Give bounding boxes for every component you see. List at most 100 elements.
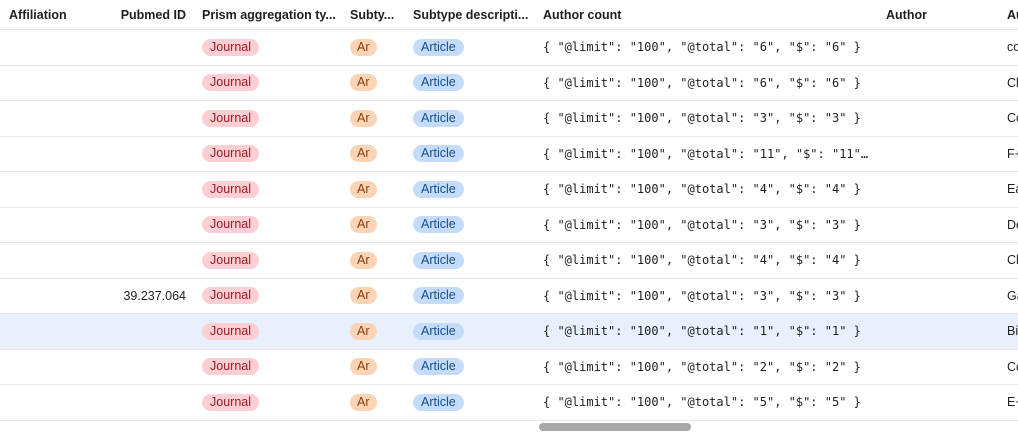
table-row[interactable]: Journal Ar Article { "@limit": "100", "@tot… bbox=[0, 30, 1018, 66]
pubmed-id-cell[interactable] bbox=[110, 350, 190, 385]
author-count-cell[interactable]: { "@limit": "100", "@total": "4", "$": "… bbox=[543, 172, 873, 207]
author-cell[interactable] bbox=[876, 101, 996, 136]
subtype-description-cell[interactable]: Article bbox=[413, 172, 533, 207]
table-row[interactable]: Journal Ar Article { "@limit": "100", "@tot… bbox=[0, 66, 1018, 101]
pubmed-id-cell[interactable] bbox=[110, 30, 190, 65]
pubmed-id-cell[interactable]: 39.237.064 bbox=[110, 279, 190, 314]
prism-aggregation-cell[interactable]: Journal bbox=[202, 137, 338, 172]
subtype-description-cell[interactable]: Article bbox=[413, 350, 533, 385]
pubmed-id-cell[interactable] bbox=[110, 172, 190, 207]
author-cell[interactable] bbox=[876, 385, 996, 420]
prism-aggregation-cell[interactable]: Journal bbox=[202, 208, 338, 243]
author-overflow-cell[interactable]: Ga bbox=[1007, 279, 1018, 314]
prism-aggregation-cell[interactable]: Journal bbox=[202, 243, 338, 278]
affiliation-cell[interactable] bbox=[9, 243, 109, 278]
author-overflow-cell[interactable]: Co bbox=[1007, 101, 1018, 136]
prism-aggregation-cell[interactable]: Journal bbox=[202, 385, 338, 420]
author-count-cell[interactable]: { "@limit": "100", "@total": "3", "$": "… bbox=[543, 101, 873, 136]
affiliation-cell[interactable] bbox=[9, 137, 109, 172]
pubmed-id-cell[interactable] bbox=[110, 66, 190, 101]
author-cell[interactable] bbox=[876, 66, 996, 101]
subtype-cell[interactable]: Ar bbox=[350, 385, 400, 420]
table-row[interactable]: Journal Ar Article { "@limit": "100", "@tot… bbox=[0, 314, 1018, 350]
prism-aggregation-cell[interactable]: Journal bbox=[202, 101, 338, 136]
prism-aggregation-cell[interactable]: Journal bbox=[202, 172, 338, 207]
author-cell[interactable] bbox=[876, 30, 996, 65]
author-cell[interactable] bbox=[876, 137, 996, 172]
table-row[interactable]: Journal Ar Article { "@limit": "100", "@tot… bbox=[0, 350, 1018, 385]
subtype-cell[interactable]: Ar bbox=[350, 172, 400, 207]
subtype-description-cell[interactable]: Article bbox=[413, 137, 533, 172]
affiliation-cell[interactable] bbox=[9, 66, 109, 101]
author-count-cell[interactable]: { "@limit": "100", "@total": "3", "$": "… bbox=[543, 279, 873, 314]
subtype-cell[interactable]: Ar bbox=[350, 243, 400, 278]
pubmed-id-cell[interactable] bbox=[110, 101, 190, 136]
author-overflow-cell[interactable]: Ch bbox=[1007, 243, 1018, 278]
column-header-author-overflow[interactable]: Au bbox=[1007, 0, 1018, 29]
column-header-subtype-description[interactable]: Subtype descripti... bbox=[413, 0, 533, 29]
author-cell[interactable] bbox=[876, 172, 996, 207]
column-header-affiliation[interactable]: Affiliation bbox=[9, 0, 109, 29]
author-overflow-cell[interactable]: E+ bbox=[1007, 385, 1018, 420]
author-count-cell[interactable]: { "@limit": "100", "@total": "5", "$": "… bbox=[543, 385, 873, 420]
prism-aggregation-cell[interactable]: Journal bbox=[202, 30, 338, 65]
table-row[interactable]: Journal Ar Article { "@limit": "100", "@tot… bbox=[0, 137, 1018, 172]
affiliation-cell[interactable] bbox=[9, 172, 109, 207]
subtype-description-cell[interactable]: Article bbox=[413, 314, 533, 349]
subtype-description-cell[interactable]: Article bbox=[413, 66, 533, 101]
pubmed-id-cell[interactable] bbox=[110, 137, 190, 172]
author-cell[interactable] bbox=[876, 243, 996, 278]
column-header-author-count[interactable]: Author count bbox=[543, 0, 873, 29]
author-overflow-cell[interactable]: Bi bbox=[1007, 314, 1018, 349]
table-row[interactable]: Journal Ar Article { "@limit": "100", "@tot… bbox=[0, 208, 1018, 243]
prism-aggregation-cell[interactable]: Journal bbox=[202, 314, 338, 349]
subtype-cell[interactable]: Ar bbox=[350, 66, 400, 101]
subtype-description-cell[interactable]: Article bbox=[413, 30, 533, 65]
author-count-cell[interactable]: { "@limit": "100", "@total": "11", "$": … bbox=[543, 137, 873, 172]
pubmed-id-cell[interactable] bbox=[110, 385, 190, 420]
table-row[interactable]: Journal Ar Article { "@limit": "100", "@tot… bbox=[0, 385, 1018, 421]
author-overflow-cell[interactable]: F+ bbox=[1007, 137, 1018, 172]
pubmed-id-cell[interactable] bbox=[110, 243, 190, 278]
author-overflow-cell[interactable]: Cl bbox=[1007, 66, 1018, 101]
table-row[interactable]: Journal Ar Article { "@limit": "100", "@tot… bbox=[0, 101, 1018, 137]
subtype-description-cell[interactable]: Article bbox=[413, 385, 533, 420]
column-header-author[interactable]: Author bbox=[876, 0, 996, 29]
author-count-cell[interactable]: { "@limit": "100", "@total": "1", "$": "… bbox=[543, 314, 873, 349]
column-header-subtype[interactable]: Subty... bbox=[350, 0, 400, 29]
pubmed-id-cell[interactable] bbox=[110, 314, 190, 349]
table-row[interactable]: 39.237.064 Journal Ar Article { "@limit": "1… bbox=[0, 279, 1018, 314]
author-overflow-cell[interactable]: Ea bbox=[1007, 172, 1018, 207]
affiliation-cell[interactable] bbox=[9, 208, 109, 243]
author-count-cell[interactable]: { "@limit": "100", "@total": "6", "$": "… bbox=[543, 30, 873, 65]
author-count-cell[interactable]: { "@limit": "100", "@total": "6", "$": "… bbox=[543, 66, 873, 101]
subtype-cell[interactable]: Ar bbox=[350, 101, 400, 136]
prism-aggregation-cell[interactable]: Journal bbox=[202, 279, 338, 314]
subtype-cell[interactable]: Ar bbox=[350, 314, 400, 349]
affiliation-cell[interactable] bbox=[9, 30, 109, 65]
author-overflow-cell[interactable]: co bbox=[1007, 30, 1018, 65]
author-count-cell[interactable]: { "@limit": "100", "@total": "3", "$": "… bbox=[543, 208, 873, 243]
table-row[interactable]: Journal Ar Article { "@limit": "100", "@tot… bbox=[0, 243, 1018, 279]
subtype-cell[interactable]: Ar bbox=[350, 30, 400, 65]
column-header-prism-aggregation[interactable]: Prism aggregation ty... bbox=[202, 0, 338, 29]
subtype-description-cell[interactable]: Article bbox=[413, 243, 533, 278]
prism-aggregation-cell[interactable]: Journal bbox=[202, 66, 338, 101]
column-header-pubmed-id[interactable]: Pubmed ID bbox=[110, 0, 190, 29]
subtype-cell[interactable]: Ar bbox=[350, 279, 400, 314]
table-row[interactable]: Journal Ar Article { "@limit": "100", "@tot… bbox=[0, 172, 1018, 208]
subtype-cell[interactable]: Ar bbox=[350, 208, 400, 243]
author-overflow-cell[interactable]: Co bbox=[1007, 350, 1018, 385]
horizontal-scrollbar[interactable] bbox=[539, 423, 691, 431]
affiliation-cell[interactable] bbox=[9, 314, 109, 349]
subtype-description-cell[interactable]: Article bbox=[413, 101, 533, 136]
prism-aggregation-cell[interactable]: Journal bbox=[202, 350, 338, 385]
author-count-cell[interactable]: { "@limit": "100", "@total": "4", "$": "… bbox=[543, 243, 873, 278]
author-cell[interactable] bbox=[876, 350, 996, 385]
subtype-cell[interactable]: Ar bbox=[350, 137, 400, 172]
affiliation-cell[interactable] bbox=[9, 350, 109, 385]
subtype-description-cell[interactable]: Article bbox=[413, 279, 533, 314]
subtype-description-cell[interactable]: Article bbox=[413, 208, 533, 243]
author-cell[interactable] bbox=[876, 279, 996, 314]
author-overflow-cell[interactable]: De bbox=[1007, 208, 1018, 243]
